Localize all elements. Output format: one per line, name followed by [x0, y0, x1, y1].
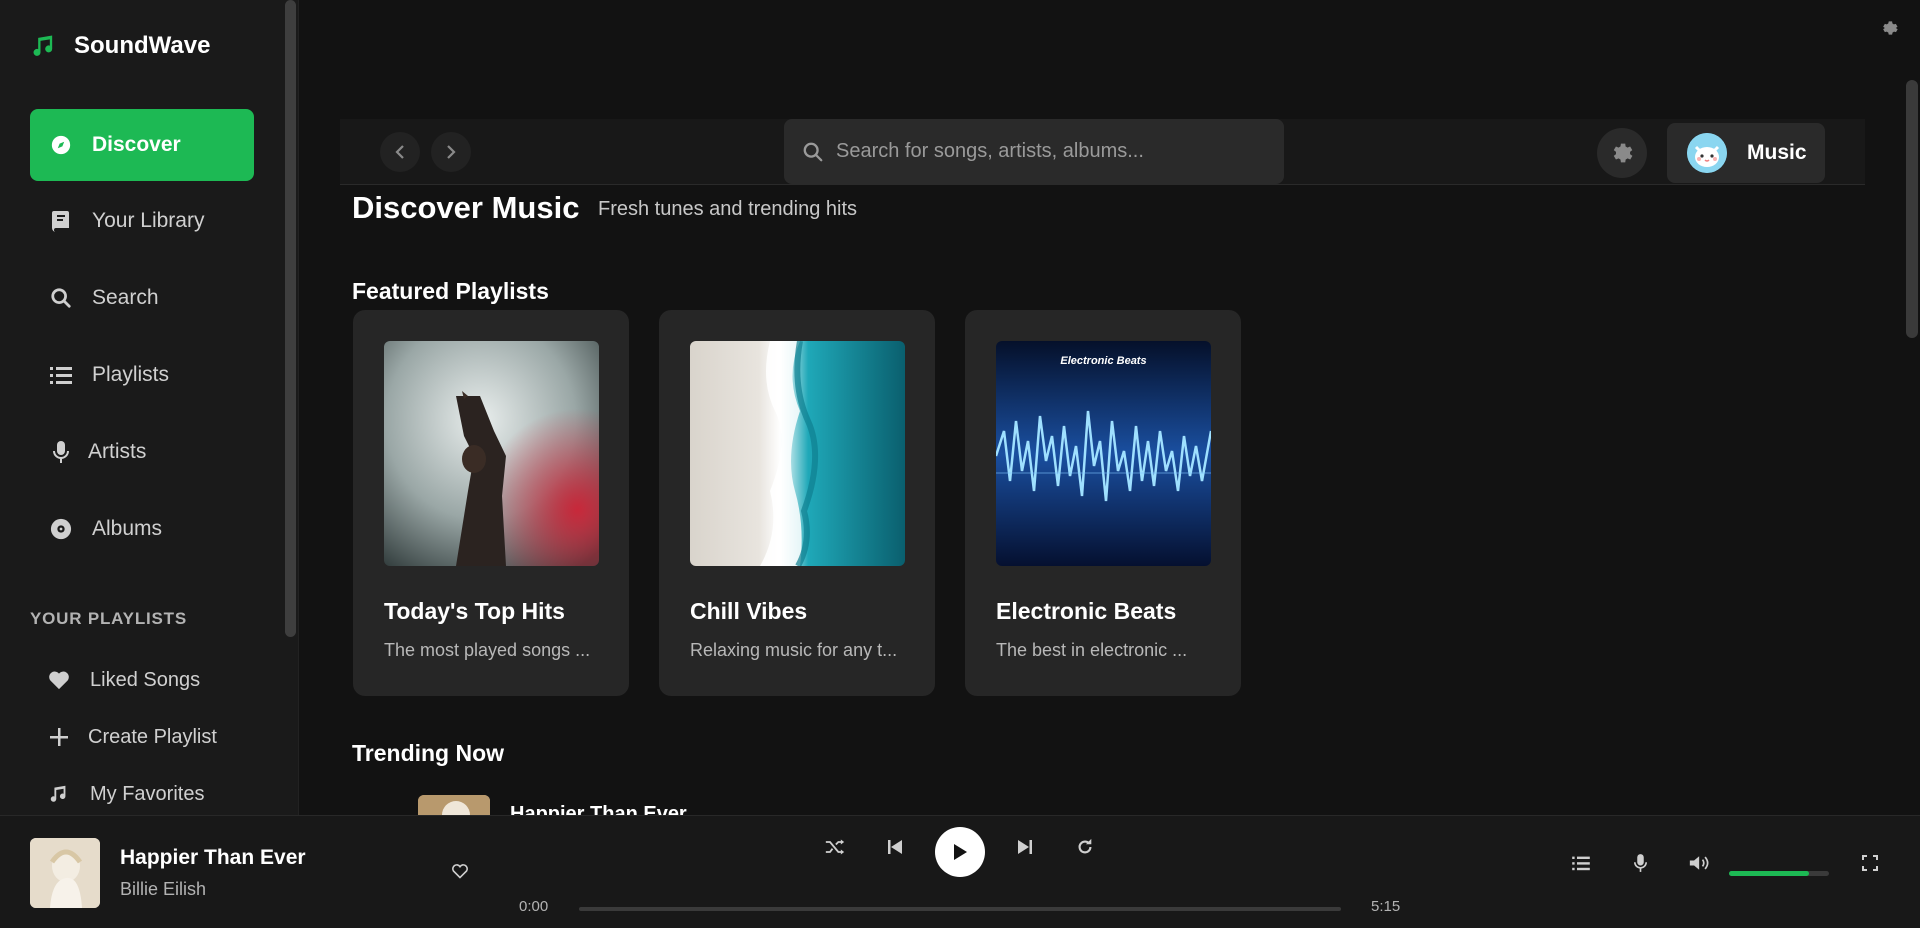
play-button[interactable] — [935, 827, 985, 877]
playlist-cover-image: Electronic Beats — [996, 341, 1211, 566]
brand[interactable]: SoundWave — [30, 32, 210, 60]
playlist-cover-text: Electronic Beats — [1060, 355, 1147, 367]
book-icon — [50, 210, 72, 232]
playlist-card[interactable]: Today's Top Hits The most played songs .… — [353, 310, 629, 696]
playlist-card-description: The best in electronic ... — [996, 640, 1188, 660]
shuffle-icon — [825, 838, 845, 856]
music-note-icon — [48, 783, 70, 805]
volume-button[interactable] — [1687, 851, 1713, 875]
volume-slider[interactable] — [1729, 871, 1829, 876]
heart-outline-icon — [451, 863, 469, 879]
nav-item-search[interactable]: Search — [30, 262, 254, 334]
nav-item-albums[interactable]: Albums — [30, 493, 254, 565]
playlist-item-my-favorites[interactable]: My Favorites — [30, 774, 204, 814]
chevron-right-icon — [445, 144, 457, 160]
forward-button[interactable] — [431, 132, 471, 172]
play-icon — [952, 843, 968, 861]
playlist-item-create-playlist[interactable]: Create Playlist — [30, 717, 217, 757]
nav-item-playlists[interactable]: Playlists — [30, 339, 254, 411]
playlist-item-label: Liked Songs — [90, 668, 201, 691]
nav-item-label: Albums — [92, 517, 163, 540]
gear-icon — [1609, 140, 1635, 166]
back-button[interactable] — [380, 132, 420, 172]
music-note-icon — [30, 32, 58, 60]
nav-item-your-library[interactable]: Your Library — [30, 185, 254, 257]
player-bar: Happier Than Ever Billie Eilish 0:00 5:1… — [0, 815, 1920, 928]
nav-item-label: Search — [92, 286, 159, 309]
volume-icon — [1689, 854, 1711, 872]
trending-now-heading: Trending Now — [352, 740, 505, 766]
nav-item-discover[interactable]: Discover — [30, 109, 254, 181]
search-bar[interactable] — [784, 119, 1284, 184]
playlist-card-title: Chill Vibes — [690, 598, 808, 624]
brand-name: SoundWave — [74, 32, 211, 59]
playlist-item-liked-songs[interactable]: Liked Songs — [30, 660, 200, 700]
nav-item-label: Artists — [88, 440, 147, 463]
repeat-button[interactable] — [1073, 835, 1097, 859]
search-input[interactable] — [836, 140, 1276, 163]
sidebar-scrollbar[interactable] — [282, 0, 299, 815]
avatar — [1687, 133, 1727, 173]
queue-button[interactable] — [1569, 851, 1593, 875]
page-subtitle: Fresh tunes and trending hits — [598, 198, 858, 220]
shuffle-button[interactable] — [823, 835, 847, 859]
microphone-icon — [50, 441, 72, 463]
main-scrollbar[interactable] — [1902, 0, 1920, 815]
current-time: 0:00 — [519, 898, 549, 915]
top-bar: Music — [340, 119, 1865, 185]
queue-icon — [1572, 855, 1590, 871]
plus-icon — [48, 726, 70, 748]
theme-settings-button[interactable] — [1597, 128, 1647, 178]
nav-item-label: Playlists — [92, 363, 170, 386]
like-button[interactable] — [449, 860, 471, 882]
featured-playlists-heading: Featured Playlists — [352, 278, 549, 304]
playlist-cover-image — [690, 341, 905, 566]
sidebar-scrollbar-thumb[interactable] — [285, 0, 296, 637]
user-menu-button[interactable]: Music — [1667, 123, 1825, 183]
playlist-card-title: Electronic Beats — [996, 598, 1177, 624]
playlist-cover-image — [384, 341, 599, 566]
nav-item-label: Your Library — [92, 209, 205, 232]
main-scrollbar-thumb[interactable] — [1906, 80, 1918, 338]
playlist-card-title: Today's Top Hits — [384, 598, 565, 624]
list-icon — [50, 364, 72, 386]
disc-icon — [50, 518, 72, 540]
compass-icon — [50, 134, 72, 156]
repeat-icon — [1076, 838, 1094, 856]
sidebar: SoundWave Discover Your Library Search P… — [0, 0, 282, 815]
playlist-card-description: The most played songs ... — [384, 640, 591, 660]
user-name: Music — [1747, 141, 1807, 164]
lyrics-button[interactable] — [1628, 851, 1652, 875]
playlist-item-label: Create Playlist — [88, 725, 217, 748]
fullscreen-icon — [1862, 855, 1878, 871]
search-icon — [50, 287, 72, 309]
next-button[interactable] — [1013, 835, 1037, 859]
your-playlists-heading: YOUR PLAYLISTS — [30, 609, 187, 628]
playlist-item-label: My Favorites — [90, 782, 205, 805]
settings-gear-icon[interactable] — [1880, 18, 1900, 38]
previous-button[interactable] — [883, 835, 907, 859]
skip-back-icon — [887, 839, 903, 855]
playlist-card-description: Relaxing music for any t... — [690, 640, 898, 660]
playlist-card[interactable]: Chill Vibes Relaxing music for any t... — [659, 310, 935, 696]
chevron-left-icon — [394, 144, 406, 160]
microphone-icon — [1633, 854, 1647, 872]
progress-bar[interactable] — [579, 907, 1341, 911]
fullscreen-button[interactable] — [1858, 851, 1882, 875]
heart-icon — [48, 669, 70, 691]
nav-item-label: Discover — [92, 133, 181, 156]
page-title: Discover Music — [352, 190, 580, 225]
search-icon — [802, 141, 824, 163]
playlist-card[interactable]: Electronic Beats Electronic Beats The be… — [965, 310, 1241, 696]
now-playing-cover — [30, 838, 100, 908]
duration: 5:15 — [1371, 898, 1401, 915]
skip-forward-icon — [1017, 839, 1033, 855]
nav-item-artists[interactable]: Artists — [30, 416, 254, 488]
now-playing-title: Happier Than Ever — [120, 846, 306, 869]
now-playing-artist[interactable]: Billie Eilish — [120, 879, 206, 900]
